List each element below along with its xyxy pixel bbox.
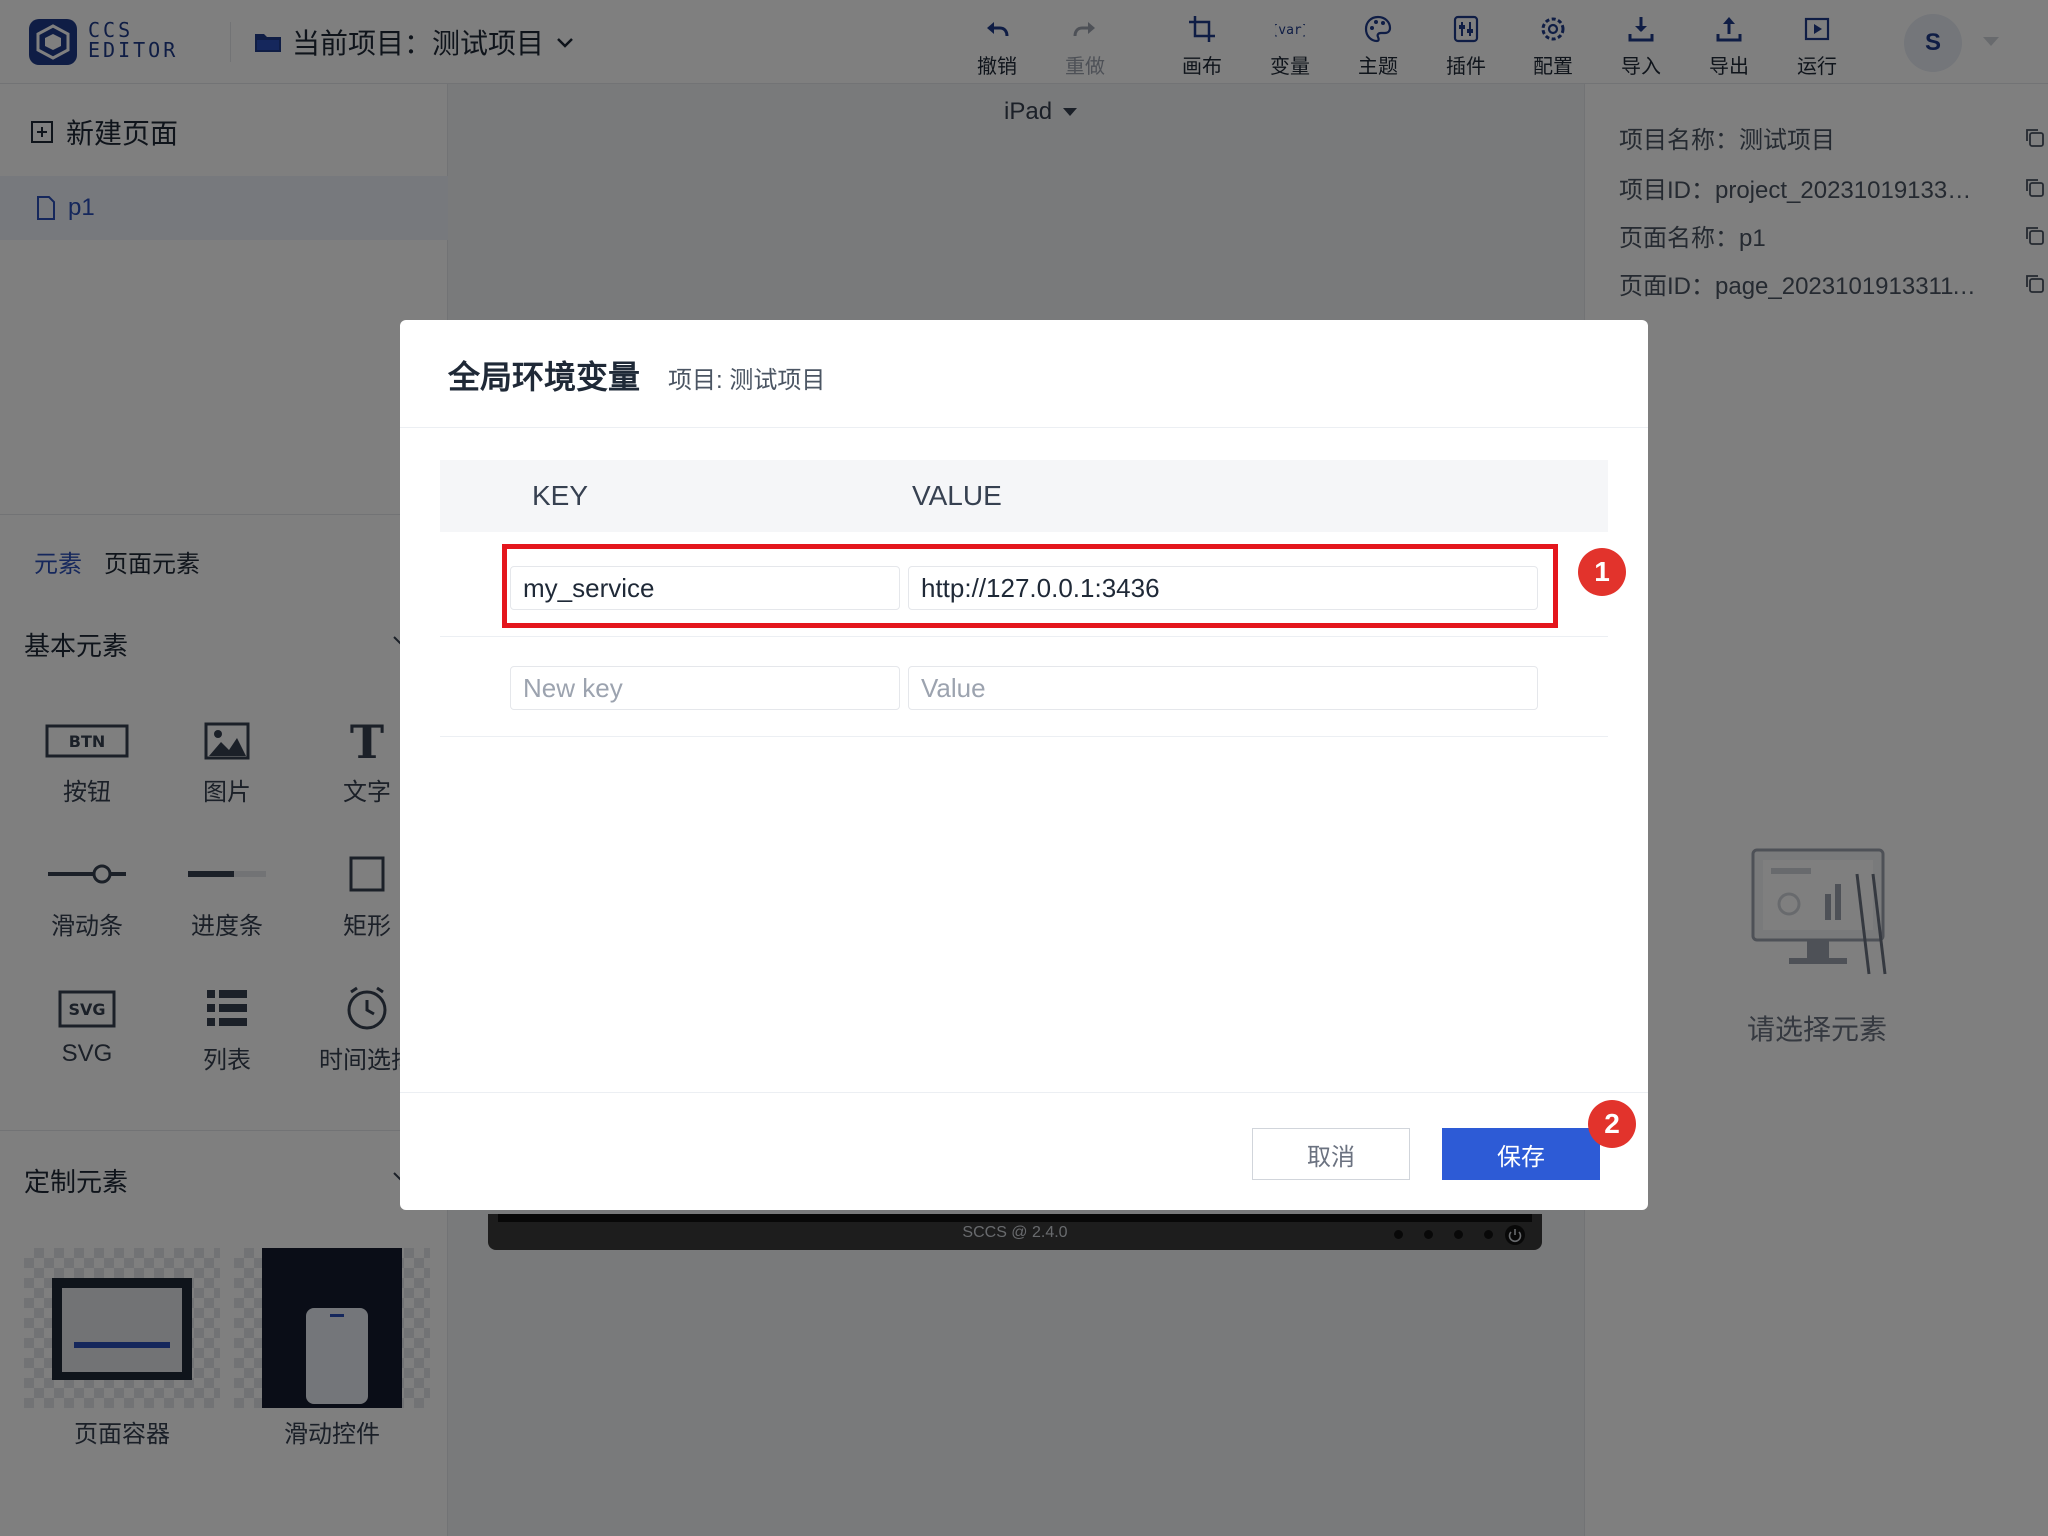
global-env-variables-dialog: 全局环境变量 项目: 测试项目 KEY VALUE my_service htt… [400, 320, 1648, 1210]
column-header-key: KEY [532, 480, 589, 511]
dialog-footer-divider [400, 1092, 1648, 1093]
new-value-input[interactable]: Value [908, 666, 1538, 710]
annotation-step-1-badge: 1 [1578, 548, 1626, 596]
save-button[interactable]: 保存 [1442, 1128, 1600, 1180]
dialog-title: 全局环境变量 [448, 359, 641, 395]
dialog-header: 全局环境变量 项目: 测试项目 [400, 320, 1648, 428]
annotation-step-2-badge: 2 [1588, 1100, 1636, 1148]
new-key-input[interactable]: New key [510, 666, 900, 710]
cancel-button[interactable]: 取消 [1252, 1128, 1410, 1180]
table-row-divider [440, 736, 1608, 737]
dialog-subtitle: 项目: 测试项目 [668, 367, 826, 394]
variables-table-header: KEY VALUE [440, 460, 1608, 532]
table-row-divider [440, 636, 1608, 637]
column-header-value: VALUE [912, 480, 1002, 511]
annotation-highlight-box [502, 544, 1558, 628]
